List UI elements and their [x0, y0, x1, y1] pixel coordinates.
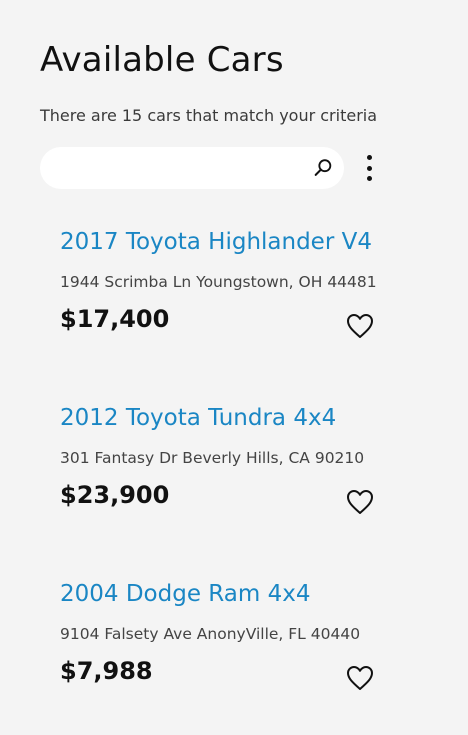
- menu-dot: [366, 155, 372, 160]
- car-title-link[interactable]: 2012 Toyota Tundra 4x4: [60, 405, 420, 431]
- search-row: [40, 147, 420, 189]
- more-vertical-icon[interactable]: [358, 151, 380, 185]
- car-card: 2017 Toyota Highlander V4 1944 Scrimba L…: [60, 229, 420, 338]
- car-address: 1944 Scrimba Ln Youngstown, OH 44481: [60, 273, 377, 291]
- search-box[interactable]: [40, 147, 344, 189]
- page: Available Cars There are 15 cars that ma…: [0, 0, 468, 735]
- results-count-text: There are 15 cars that match your criter…: [40, 106, 378, 125]
- heart-outline-icon[interactable]: [346, 665, 374, 691]
- car-address: 301 Fantasy Dr Beverly Hills, CA 90210: [60, 449, 365, 467]
- car-address: 9104 Falsety Ave AnonyVille, FL 40440: [60, 625, 361, 643]
- heart-outline-icon[interactable]: [346, 313, 374, 339]
- car-title-link[interactable]: 2017 Toyota Highlander V4: [60, 229, 420, 255]
- page-title: Available Cars: [40, 40, 284, 80]
- heart-outline-icon[interactable]: [346, 489, 374, 515]
- car-card: 2004 Dodge Ram 4x4 9104 Falsety Ave Anon…: [60, 581, 420, 690]
- search-input[interactable]: [56, 147, 306, 189]
- menu-dot: [366, 176, 372, 181]
- car-title-link[interactable]: 2004 Dodge Ram 4x4: [60, 581, 420, 607]
- search-icon[interactable]: [312, 157, 334, 179]
- car-card: 2012 Toyota Tundra 4x4 301 Fantasy Dr Be…: [60, 405, 420, 514]
- menu-dot: [366, 165, 372, 171]
